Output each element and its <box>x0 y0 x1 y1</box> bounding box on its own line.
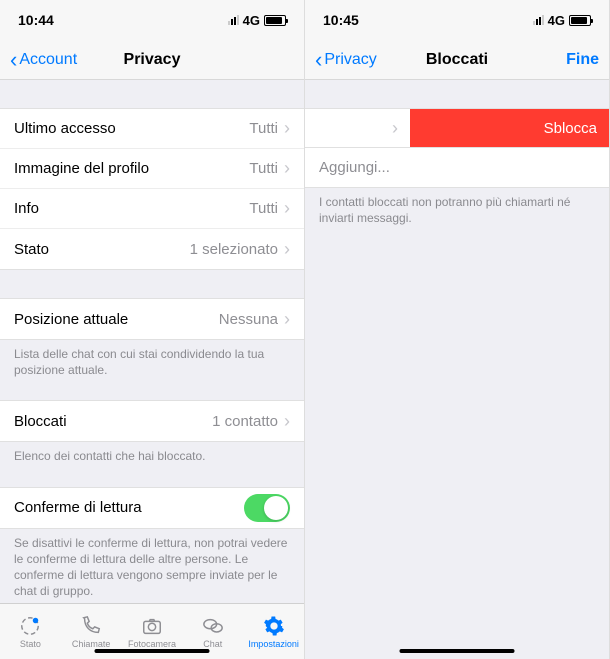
unblock-button[interactable]: Sblocca <box>410 109 609 147</box>
page-title: Bloccati <box>426 51 488 69</box>
chevron-right-icon: › <box>284 309 290 330</box>
back-label: Privacy <box>324 51 376 69</box>
chevron-left-icon: ‹ <box>315 49 322 71</box>
tab-label: Stato <box>20 639 41 649</box>
row-label: Ultimo accesso <box>14 120 116 137</box>
add-label: Aggiungi... <box>319 159 390 176</box>
back-button[interactable]: ‹ Account <box>10 49 77 71</box>
status-bar: 10:44 4G <box>0 0 304 40</box>
blocked-screen: 10:45 4G ‹ Privacy Bloccati Fine › Sbloc… <box>305 0 610 659</box>
chevron-left-icon: ‹ <box>10 49 17 71</box>
chevron-right-icon: › <box>284 158 290 179</box>
row-label: Bloccati <box>14 413 67 430</box>
chevron-right-icon: › <box>284 118 290 139</box>
camera-icon <box>141 614 163 638</box>
phone-icon <box>80 614 102 638</box>
blocked-row[interactable]: Bloccati 1 contatto › <box>0 401 304 441</box>
row-value: 1 contatto <box>212 413 278 430</box>
status-time: 10:45 <box>323 12 359 28</box>
tab-impostazioni[interactable]: Impostazioni <box>243 604 304 659</box>
row-label: Stato <box>14 241 49 258</box>
tab-label: Fotocamera <box>128 639 176 649</box>
tab-label: Impostazioni <box>248 639 299 649</box>
signal-icon <box>228 15 239 25</box>
row-value: Tutti <box>249 200 278 217</box>
chevron-right-icon: › <box>284 198 290 219</box>
nav-bar: ‹ Privacy Bloccati Fine <box>305 40 609 80</box>
unblock-label: Sblocca <box>544 120 597 137</box>
read-receipts-row: Conferme di lettura <box>0 488 304 528</box>
chevron-right-icon: › <box>284 239 290 260</box>
read-receipts-group: Conferme di lettura <box>0 487 304 529</box>
privacy-screen: 10:44 4G ‹ Account Privacy Ultimo access… <box>0 0 305 659</box>
chevron-right-icon: › <box>392 118 398 139</box>
tab-stato[interactable]: Stato <box>0 604 61 659</box>
network-label: 4G <box>548 13 565 28</box>
signal-icon <box>533 15 544 25</box>
read-receipts-footer: Se disattivi le conferme di lettura, non… <box>0 529 304 603</box>
back-label: Account <box>19 51 77 69</box>
read-receipts-toggle[interactable] <box>244 494 290 522</box>
chevron-right-icon: › <box>284 411 290 432</box>
done-button[interactable]: Fine <box>566 51 599 69</box>
nav-bar: ‹ Account Privacy <box>0 40 304 80</box>
status-time: 10:44 <box>18 12 54 28</box>
home-indicator[interactable] <box>95 649 210 653</box>
live-location-group: Posizione attuale Nessuna › <box>0 298 304 340</box>
status-circle-icon <box>19 614 41 638</box>
row-label: Immagine del profilo <box>14 160 149 177</box>
tab-label: Chat <box>203 639 222 649</box>
back-button[interactable]: ‹ Privacy <box>315 49 377 71</box>
add-contact-row[interactable]: Aggiungi... <box>305 148 609 188</box>
content: › Sblocca Aggiungi... I contatti bloccat… <box>305 80 609 659</box>
row-value: Nessuna <box>219 311 278 328</box>
chat-icon <box>202 614 224 638</box>
content: Ultimo accesso Tutti › Immagine del prof… <box>0 80 304 603</box>
last-seen-row[interactable]: Ultimo accesso Tutti › <box>0 109 304 149</box>
row-label: Conferme di lettura <box>14 499 142 516</box>
blocked-row-visible: › <box>305 109 410 147</box>
blocked-footer: Elenco dei contatti che hai bloccato. <box>0 442 304 472</box>
row-label: Info <box>14 200 39 217</box>
status-indicators: 4G <box>533 13 591 28</box>
blocked-group: Bloccati 1 contatto › <box>0 400 304 442</box>
info-row[interactable]: Info Tutti › <box>0 189 304 229</box>
status-row[interactable]: Stato 1 selezionato › <box>0 229 304 269</box>
blocked-contact-row[interactable]: › Sblocca <box>305 108 609 148</box>
page-title: Privacy <box>124 51 181 69</box>
battery-icon <box>569 15 591 26</box>
status-bar: 10:45 4G <box>305 0 609 40</box>
privacy-group-1: Ultimo accesso Tutti › Immagine del prof… <box>0 108 304 270</box>
live-location-footer: Lista delle chat con cui stai condividen… <box>0 340 304 386</box>
profile-photo-row[interactable]: Immagine del profilo Tutti › <box>0 149 304 189</box>
tab-label: Chiamate <box>72 639 111 649</box>
status-indicators: 4G <box>228 13 286 28</box>
row-value: Tutti <box>249 160 278 177</box>
live-location-row[interactable]: Posizione attuale Nessuna › <box>0 299 304 339</box>
home-indicator[interactable] <box>400 649 515 653</box>
gear-icon <box>263 614 285 638</box>
blocked-list-footer: I contatti bloccati non potranno più chi… <box>305 188 609 234</box>
battery-icon <box>264 15 286 26</box>
row-value: 1 selezionato <box>190 241 278 258</box>
row-label: Posizione attuale <box>14 311 128 328</box>
row-value: Tutti <box>249 120 278 137</box>
network-label: 4G <box>243 13 260 28</box>
